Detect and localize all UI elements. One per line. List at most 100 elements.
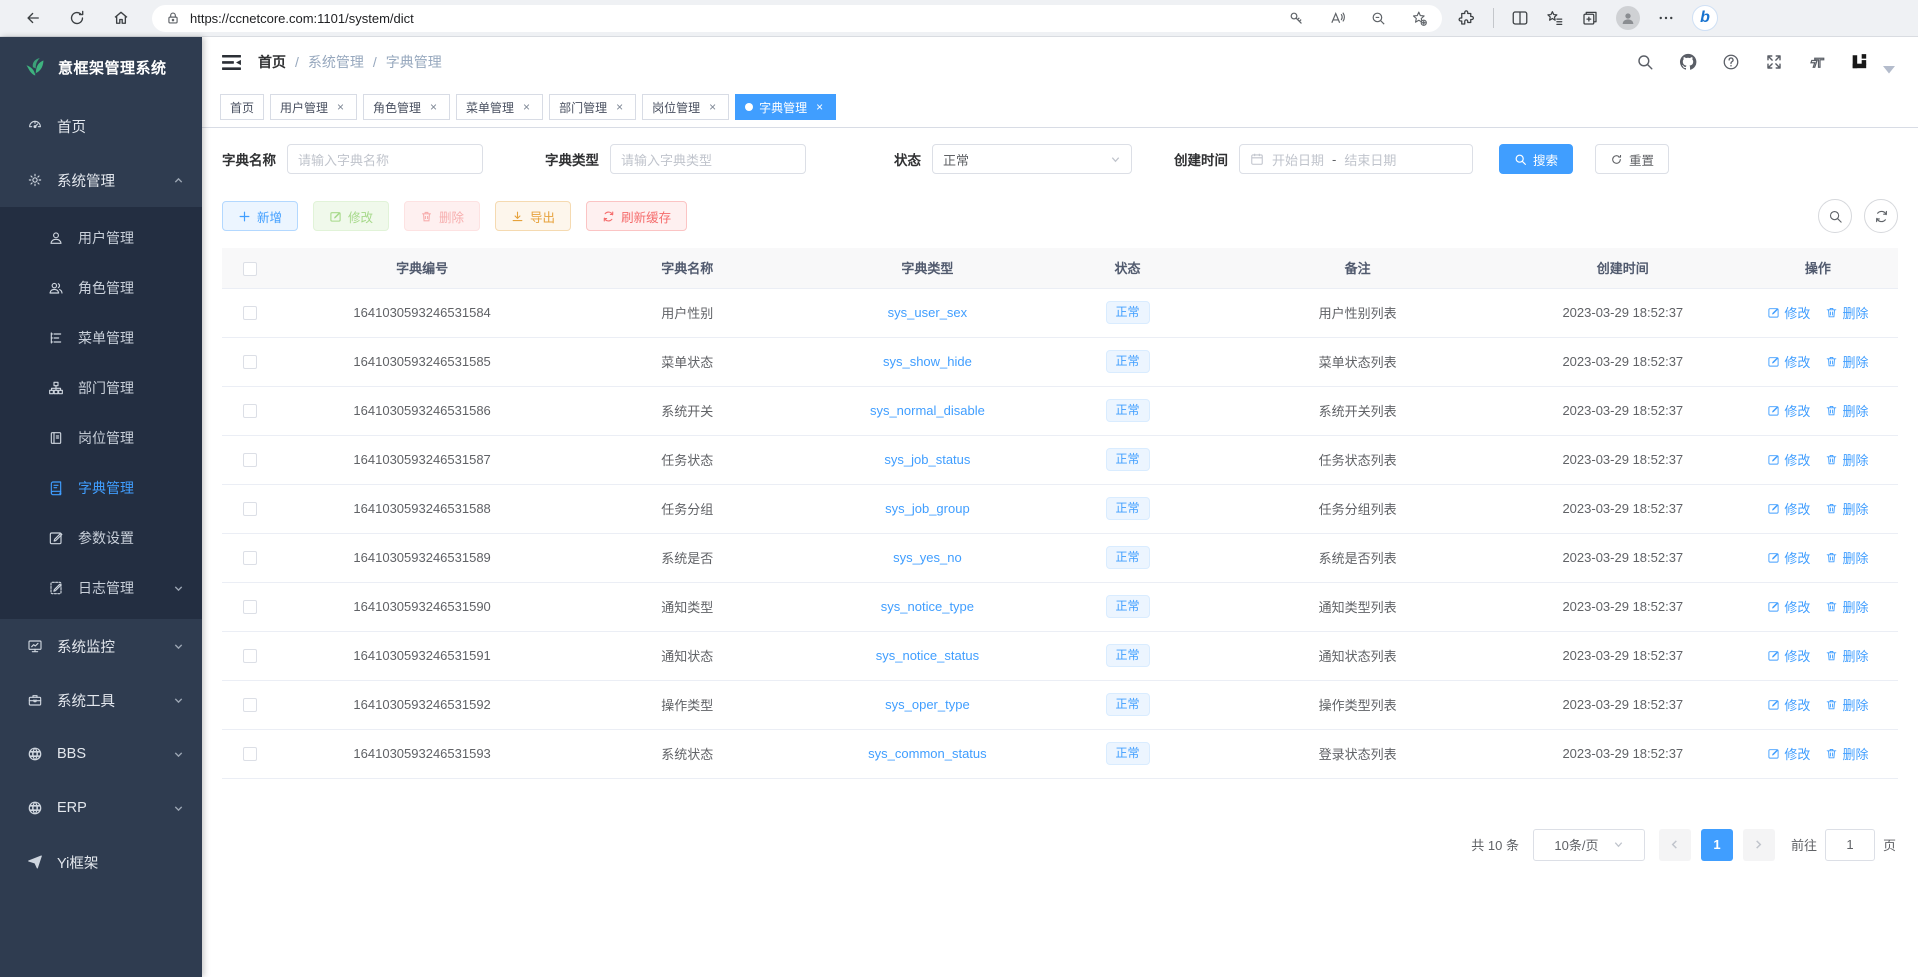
date-range-picker[interactable]: 开始日期 - 结束日期 <box>1239 144 1473 174</box>
close-tab-icon[interactable]: × <box>613 101 626 114</box>
sidebar-item-Yi框架[interactable]: Yi框架 <box>0 835 202 889</box>
row-edit-button[interactable]: 修改 <box>1767 744 1810 763</box>
row-delete-button[interactable]: 删除 <box>1825 646 1868 665</box>
sidebar-item-用户管理[interactable]: 用户管理 <box>0 213 202 263</box>
text-size-icon[interactable] <box>1808 53 1826 71</box>
row-edit-button[interactable]: 修改 <box>1767 646 1810 665</box>
status-select[interactable]: 正常 <box>932 144 1132 174</box>
browser-menu-icon[interactable] <box>1657 9 1675 27</box>
row-checkbox[interactable] <box>243 551 257 565</box>
row-edit-button[interactable]: 修改 <box>1767 695 1810 714</box>
close-tab-icon[interactable]: × <box>427 101 440 114</box>
tab-用户管理[interactable]: 用户管理× <box>270 94 357 120</box>
page-number-1[interactable]: 1 <box>1701 829 1733 861</box>
password-key-icon[interactable] <box>1288 10 1305 27</box>
row-edit-button[interactable]: 修改 <box>1767 401 1810 420</box>
reset-button[interactable]: 重置 <box>1595 144 1669 174</box>
github-icon[interactable] <box>1679 53 1697 71</box>
row-checkbox[interactable] <box>243 306 257 320</box>
row-delete-button[interactable]: 删除 <box>1825 548 1868 567</box>
close-tab-icon[interactable]: × <box>334 101 347 114</box>
sidebar-item-岗位管理[interactable]: 岗位管理 <box>0 413 202 463</box>
delete-button[interactable]: 删除 <box>404 201 480 231</box>
tab-菜单管理[interactable]: 菜单管理× <box>456 94 543 120</box>
row-delete-button[interactable]: 删除 <box>1825 499 1868 518</box>
user-avatar-logo[interactable] <box>1851 53 1869 71</box>
row-checkbox[interactable] <box>243 453 257 467</box>
close-tab-icon[interactable]: × <box>706 101 719 114</box>
app-logo[interactable]: 意框架管理系统 <box>0 37 202 97</box>
sidebar-item-部门管理[interactable]: 部门管理 <box>0 363 202 413</box>
dict-name-input[interactable]: 请输入字典名称 <box>287 144 483 174</box>
split-screen-icon[interactable] <box>1511 9 1529 27</box>
row-edit-button[interactable]: 修改 <box>1767 548 1810 567</box>
dict-type-link[interactable]: sys_job_status <box>884 452 970 467</box>
dict-type-link[interactable]: sys_user_sex <box>888 305 967 320</box>
sidebar-item-BBS[interactable]: BBS <box>0 727 202 781</box>
row-delete-button[interactable]: 删除 <box>1825 695 1868 714</box>
dict-type-link[interactable]: sys_job_group <box>885 501 970 516</box>
dict-type-link[interactable]: sys_normal_disable <box>870 403 985 418</box>
row-checkbox[interactable] <box>243 649 257 663</box>
row-delete-button[interactable]: 删除 <box>1825 303 1868 322</box>
row-delete-button[interactable]: 删除 <box>1825 744 1868 763</box>
export-button[interactable]: 导出 <box>495 201 571 231</box>
browser-profile-avatar[interactable] <box>1616 6 1640 30</box>
tab-部门管理[interactable]: 部门管理× <box>549 94 636 120</box>
collapse-sidebar-icon[interactable] <box>222 54 241 71</box>
row-edit-button[interactable]: 修改 <box>1767 597 1810 616</box>
browser-back-icon[interactable] <box>24 9 42 27</box>
search-button[interactable]: 搜索 <box>1499 144 1573 174</box>
read-aloud-icon[interactable] <box>1329 10 1346 27</box>
dict-type-link[interactable]: sys_notice_status <box>876 648 979 663</box>
row-edit-button[interactable]: 修改 <box>1767 450 1810 469</box>
browser-home-icon[interactable] <box>112 9 130 27</box>
browser-reload-icon[interactable] <box>68 9 86 27</box>
sidebar-item-系统监控[interactable]: 系统监控 <box>0 619 202 673</box>
row-edit-button[interactable]: 修改 <box>1767 499 1810 518</box>
tab-岗位管理[interactable]: 岗位管理× <box>642 94 729 120</box>
tab-首页[interactable]: 首页 <box>220 94 264 120</box>
zoom-out-icon[interactable] <box>1370 10 1387 27</box>
row-checkbox[interactable] <box>243 747 257 761</box>
edit-button[interactable]: 修改 <box>313 201 389 231</box>
row-delete-button[interactable]: 删除 <box>1825 401 1868 420</box>
tab-角色管理[interactable]: 角色管理× <box>363 94 450 120</box>
sidebar-item-参数设置[interactable]: 参数设置 <box>0 513 202 563</box>
sidebar-item-系统工具[interactable]: 系统工具 <box>0 673 202 727</box>
page-size-select[interactable]: 10条/页 <box>1533 829 1645 861</box>
tab-字典管理[interactable]: 字典管理× <box>735 94 836 120</box>
avatar-caret-down-icon[interactable] <box>1880 60 1898 78</box>
toggle-search-button[interactable] <box>1818 199 1852 233</box>
collections-icon[interactable] <box>1581 9 1599 27</box>
favorite-add-icon[interactable] <box>1411 10 1428 27</box>
row-delete-button[interactable]: 删除 <box>1825 597 1868 616</box>
dict-type-link[interactable]: sys_common_status <box>868 746 987 761</box>
row-checkbox[interactable] <box>243 698 257 712</box>
fullscreen-icon[interactable] <box>1765 53 1783 71</box>
address-bar[interactable]: https://ccnetcore.com:1101/system/dict <box>152 5 1442 32</box>
dict-type-input[interactable]: 请输入字典类型 <box>610 144 806 174</box>
row-checkbox[interactable] <box>243 404 257 418</box>
sidebar-item-ERP[interactable]: ERP <box>0 781 202 835</box>
close-tab-icon[interactable]: × <box>520 101 533 114</box>
url-text[interactable]: https://ccnetcore.com:1101/system/dict <box>190 11 1288 26</box>
row-edit-button[interactable]: 修改 <box>1767 352 1810 371</box>
select-all-checkbox[interactable] <box>243 262 257 276</box>
sidebar-item-首页[interactable]: 首页 <box>0 99 202 153</box>
sidebar-item-菜单管理[interactable]: 菜单管理 <box>0 313 202 363</box>
row-checkbox[interactable] <box>243 600 257 614</box>
add-button[interactable]: 新增 <box>222 201 298 231</box>
sidebar-item-日志管理[interactable]: 日志管理 <box>0 563 202 613</box>
sidebar-item-字典管理[interactable]: 字典管理 <box>0 463 202 513</box>
refresh-table-button[interactable] <box>1864 199 1898 233</box>
breadcrumb-home[interactable]: 首页 <box>258 52 286 72</box>
breadcrumb-system[interactable]: 系统管理 <box>308 52 364 72</box>
favorites-icon[interactable] <box>1546 9 1564 27</box>
row-delete-button[interactable]: 删除 <box>1825 352 1868 371</box>
next-page-button[interactable] <box>1743 829 1775 861</box>
dict-type-link[interactable]: sys_yes_no <box>893 550 962 565</box>
dict-type-link[interactable]: sys_show_hide <box>883 354 972 369</box>
bing-chat-icon[interactable]: b <box>1692 5 1718 31</box>
extensions-icon[interactable] <box>1458 9 1476 27</box>
